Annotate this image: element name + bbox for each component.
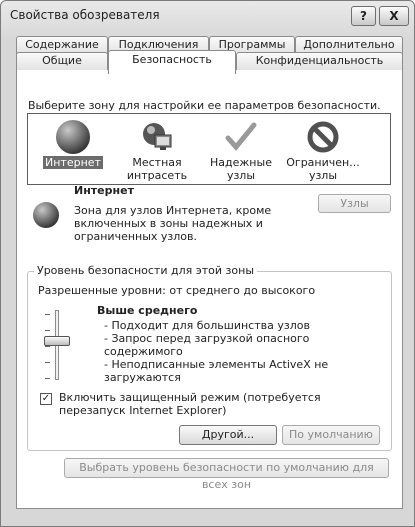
title-bar: Свойства обозревателя ? X [1, 1, 414, 31]
globe-icon [56, 120, 90, 154]
slider-tick [45, 330, 50, 331]
slider-tick [45, 362, 50, 363]
protected-mode-label: Включить защищенный режим (потребуется п… [59, 391, 321, 417]
tab-security[interactable]: Безопасность [108, 50, 236, 74]
zone-local-intranet-label: Местная интрасеть [126, 156, 188, 182]
zone-restricted-sites-label: Ограничен... узлы [286, 156, 360, 182]
security-level-points: - Подходит для большинства узлов - Запро… [104, 319, 391, 384]
level-point: - Подходит для большинства узлов [104, 319, 310, 332]
help-button[interactable]: ? [351, 6, 376, 26]
allowed-levels-text: Разрешенные уровни: от среднего до высок… [38, 284, 316, 297]
window-title: Свойства обозревателя [10, 8, 160, 22]
sites-button[interactable]: Узлы [318, 194, 391, 213]
intranet-icon [140, 120, 174, 154]
custom-level-button[interactable]: Другой... [179, 425, 277, 445]
zone-globe-icon [33, 202, 59, 228]
zone-prompt: Выберите зону для настройки ее параметро… [28, 99, 381, 112]
default-level-button[interactable]: По умолчанию [282, 425, 380, 445]
zone-local-intranet[interactable]: Местная интрасеть [118, 118, 196, 182]
close-button[interactable]: X [379, 6, 409, 26]
security-level-name: Выше среднего [97, 304, 198, 317]
zone-list: Интернет Местная интрасеть Надежные узлы… [27, 113, 391, 185]
zone-internet[interactable]: Интернет [34, 118, 112, 180]
slider-tick [45, 346, 50, 347]
slider-tick [45, 314, 50, 315]
internet-options-window: Свойства обозревателя ? X Содержание Под… [0, 0, 415, 527]
protected-mode-checkbox[interactable]: ✓ [40, 393, 52, 405]
zone-restricted-sites[interactable]: Ограничен... узлы [284, 118, 362, 182]
tab-general[interactable]: Общие [16, 52, 108, 70]
security-slider-thumb[interactable] [44, 336, 70, 346]
tab-privacy[interactable]: Конфиденциальность [236, 52, 403, 70]
tab-row-front: Общие Безопасность Конфиденциальность [16, 50, 403, 74]
zone-trusted-sites-label: Надежные узлы [210, 156, 272, 182]
security-panel: Выберите зону для настройки ее параметро… [16, 67, 403, 509]
zone-internet-label: Интернет [43, 156, 103, 169]
security-level-legend: Уровень безопасности для этой зоны [34, 264, 257, 277]
slider-tick [45, 378, 50, 379]
zone-trusted-sites[interactable]: Надежные узлы [202, 118, 280, 182]
reset-all-zones-button[interactable]: Выбрать уровень безопасности по умолчани… [64, 458, 389, 491]
level-point: - Запрос перед загрузкой опасного содерж… [104, 332, 310, 358]
checkmark-icon [224, 120, 258, 154]
level-point: - Неподписанные элементы ActiveX не загр… [104, 358, 329, 384]
zone-info-description: Зона для узлов Интернета, кроме включенн… [74, 204, 272, 243]
security-level-group: Уровень безопасности для этой зоны Разре… [27, 264, 392, 451]
no-entry-icon [306, 120, 340, 154]
zone-info-title: Интернет [74, 184, 134, 197]
